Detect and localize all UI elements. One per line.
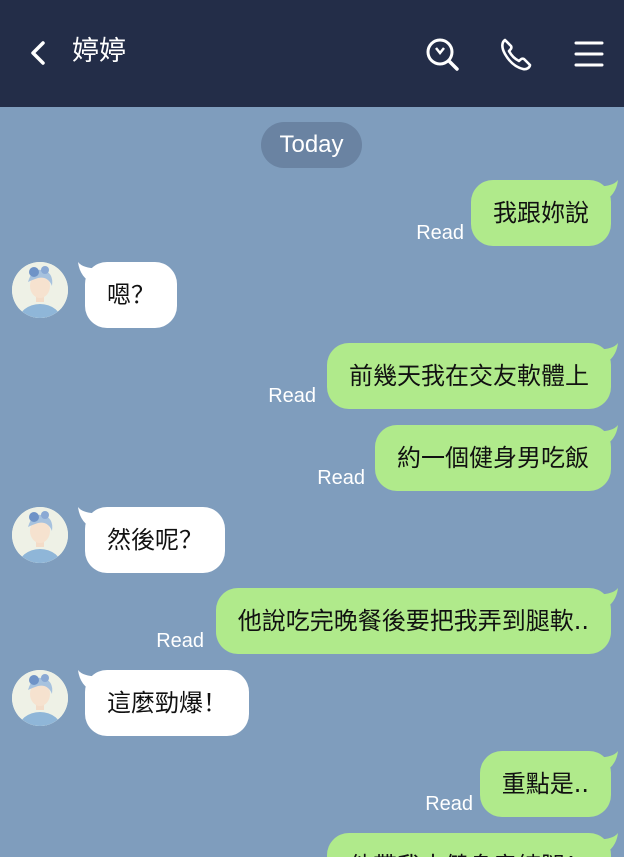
date-separator: Today: [261, 122, 362, 168]
message-bubble[interactable]: 這麼勁爆！: [85, 670, 249, 736]
contact-avatar[interactable]: [12, 262, 68, 318]
message-bubble[interactable]: 我跟妳說: [471, 180, 611, 246]
search-icon[interactable]: [422, 34, 462, 74]
read-receipt: Read: [416, 222, 464, 244]
contact-name: 婷婷: [72, 36, 126, 67]
read-receipt: Read: [317, 467, 365, 489]
contact-avatar[interactable]: [12, 507, 68, 563]
message-bubble[interactable]: 嗯？: [85, 262, 177, 328]
message-bubble[interactable]: 約一個健身男吃飯: [375, 425, 611, 491]
message-bubble[interactable]: 前幾天我在交友軟體上: [327, 343, 611, 409]
read-receipt: Read: [425, 793, 473, 815]
back-icon[interactable]: [24, 38, 54, 68]
contact-avatar[interactable]: [12, 670, 68, 726]
message-bubble[interactable]: 然後呢？: [85, 507, 225, 573]
message-bubble[interactable]: 他說吃完晚餐後要把我弄到腿軟..: [215, 588, 611, 654]
read-receipt: Read: [268, 385, 316, 407]
read-receipt: Read: [156, 630, 204, 652]
phone-icon[interactable]: [496, 34, 536, 74]
message-bubble[interactable]: 重點是..: [479, 751, 611, 817]
message-bubble[interactable]: 他帶我去健身房練腿！: [327, 833, 611, 857]
chat-header: 婷婷: [0, 0, 624, 107]
menu-icon[interactable]: [570, 34, 610, 74]
message-list[interactable]: Today 我跟妳說 Read 嗯？ 前幾天我在交友軟體上 Read 約一個健身…: [0, 107, 624, 857]
